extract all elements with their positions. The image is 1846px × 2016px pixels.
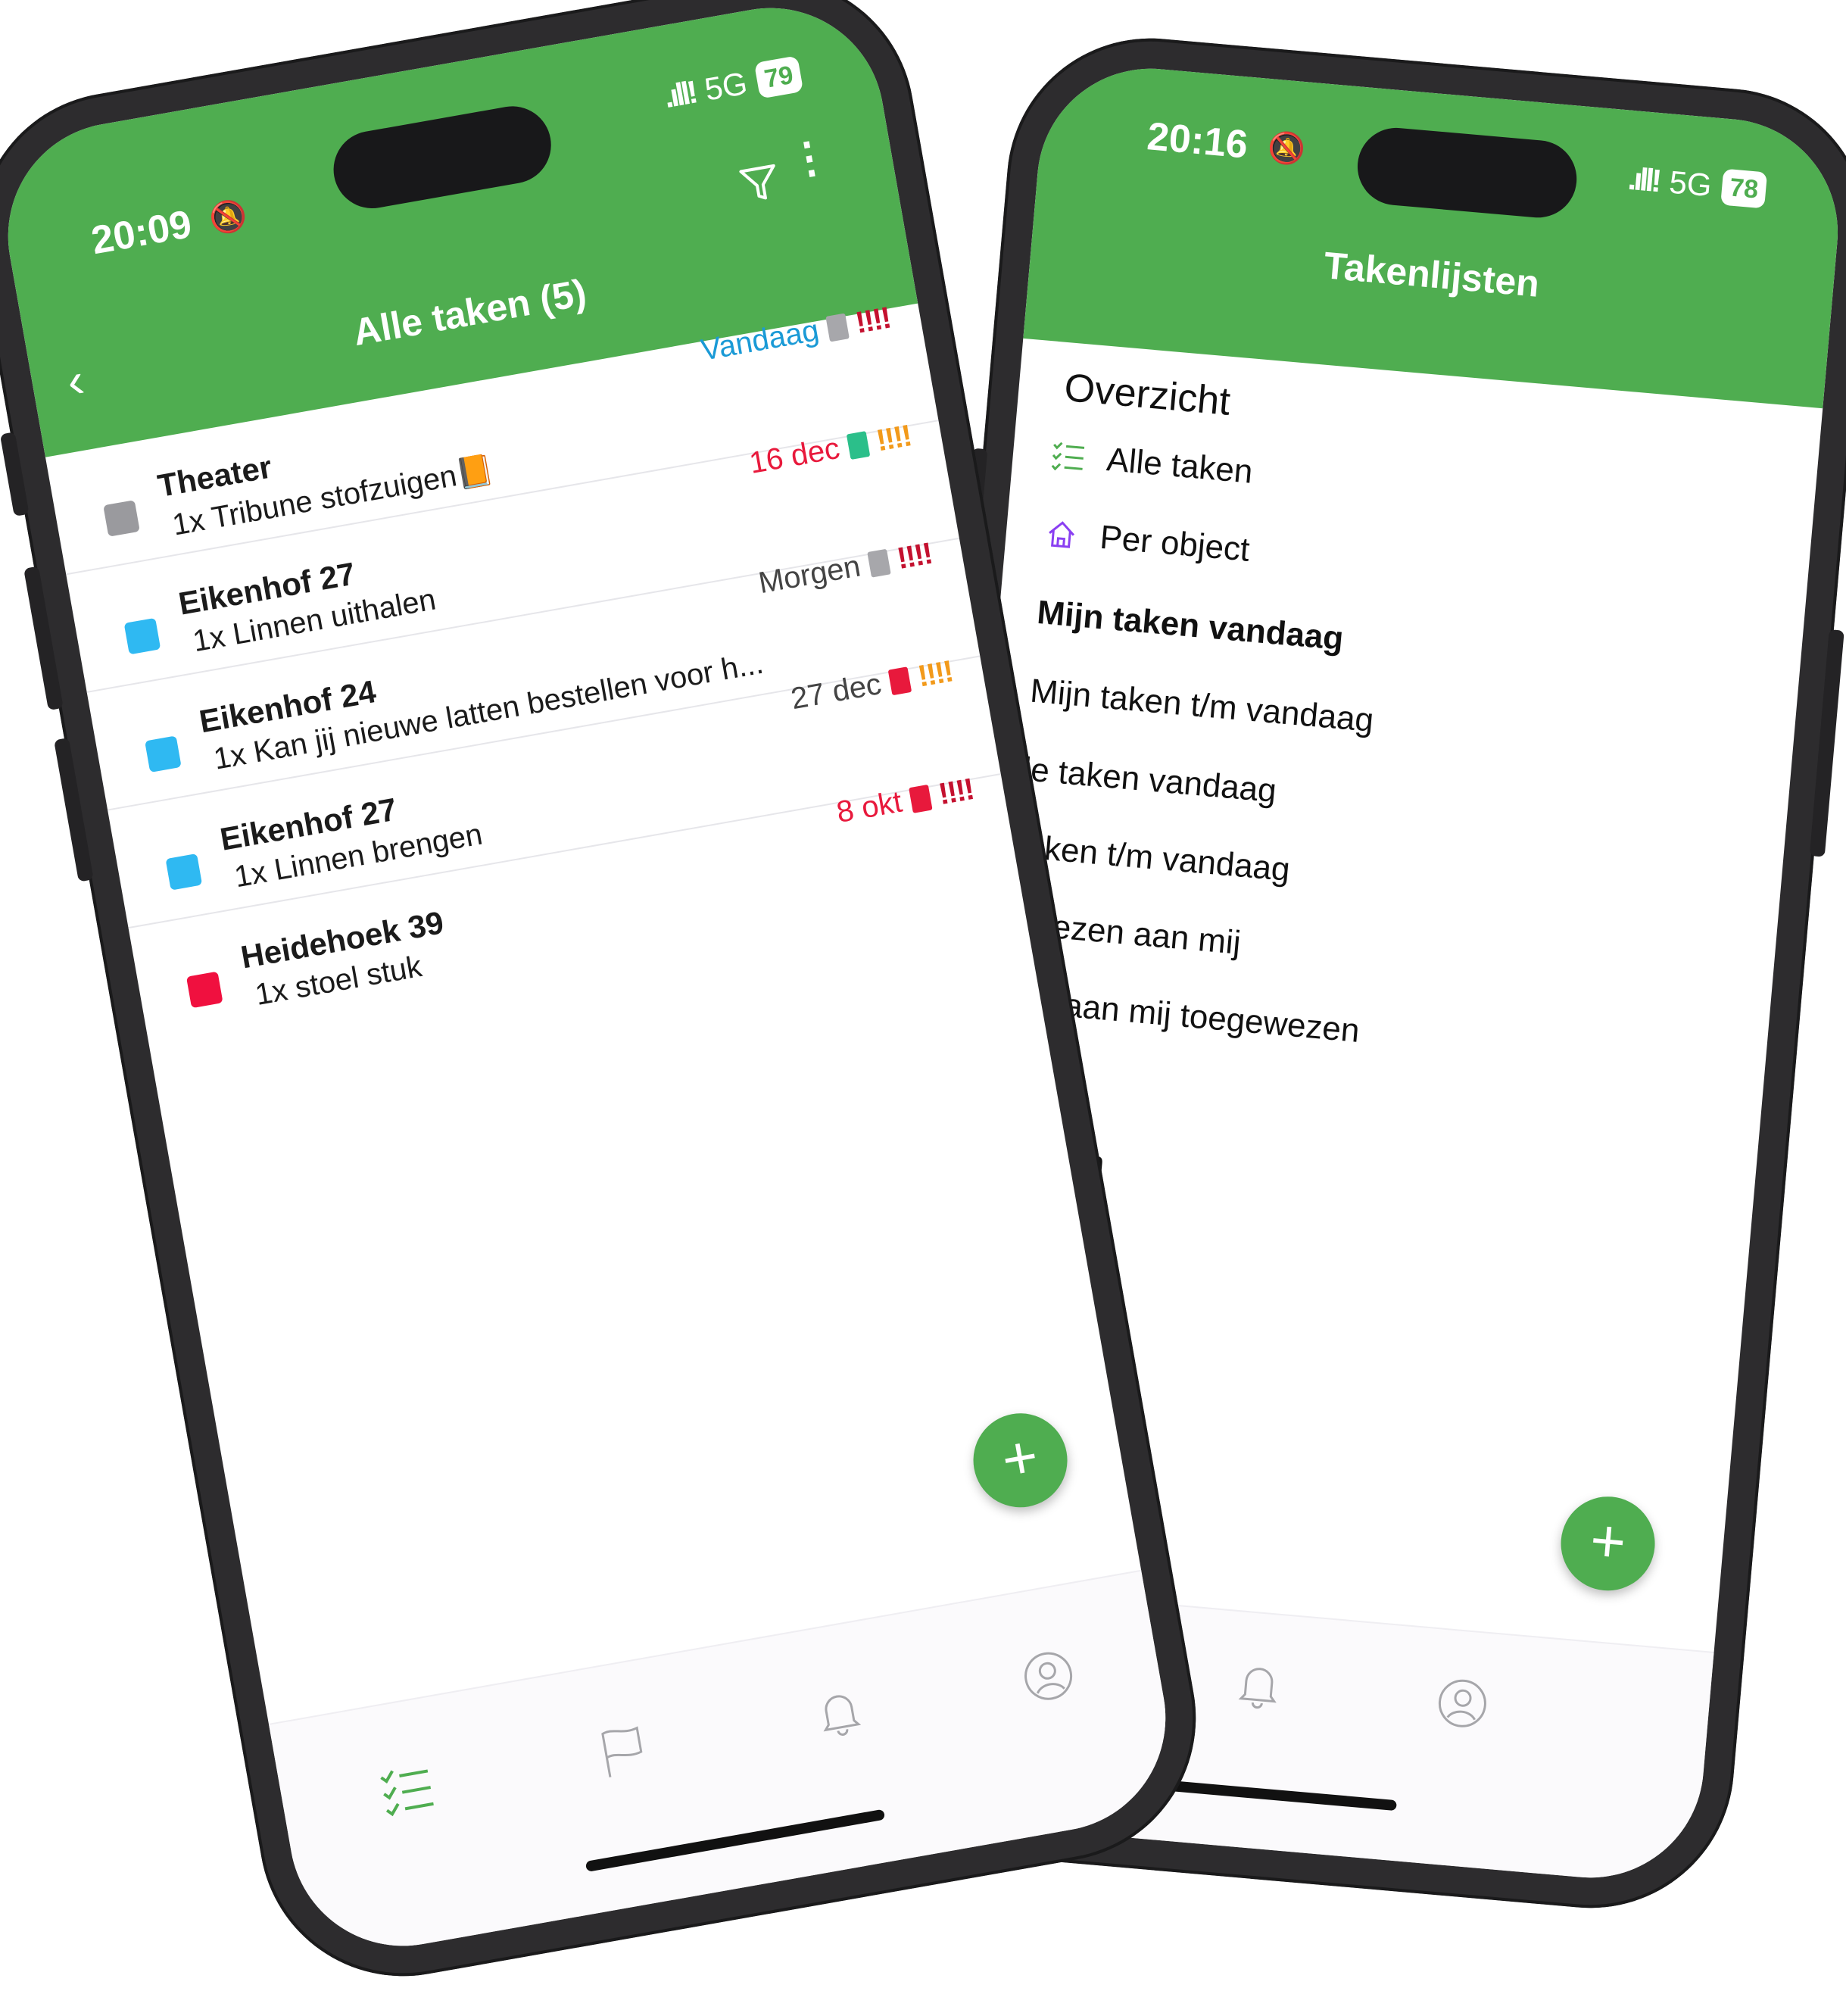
list-item-label: Per object [1098, 518, 1252, 569]
list-item-label: Mijn taken vandaag [1035, 593, 1346, 658]
muted-bell-icon: 🔕 [1266, 130, 1308, 167]
book-icon: 📙 [453, 452, 497, 492]
status-indicators: .ıll! 5G 79 [661, 55, 804, 115]
priority-indicator: !!!! [915, 654, 956, 694]
task-color-badge [123, 617, 161, 655]
volume-down-button [54, 738, 94, 882]
task-color-badge [186, 971, 223, 1009]
list-check-icon [1049, 438, 1087, 476]
signal-icon: .ıll! [1626, 160, 1660, 199]
door-icon [846, 430, 870, 460]
tab-bar [268, 1569, 1183, 1965]
list-item-per-object[interactable]: Per object [1043, 513, 1251, 570]
list-item-alle-taken[interactable]: Alle taken [1049, 436, 1255, 492]
flag-icon[interactable] [593, 1721, 654, 1782]
profile-icon[interactable] [1018, 1646, 1079, 1707]
list-item-alle-taken-vandaag[interactable]: le taken vandaag [1022, 751, 1278, 810]
battery-badge: 78 [1720, 168, 1768, 209]
task-color-badge [103, 500, 140, 537]
list-item-label: Mijn taken t/m vandaag [1028, 672, 1376, 739]
list-item-label: le taken vandaag [1021, 751, 1278, 810]
add-button[interactable]: + [1557, 1493, 1659, 1595]
home-icon [1043, 515, 1080, 553]
dynamic-island [327, 100, 557, 215]
list-item-alle-taken-tm-vandaag[interactable]: taken t/m vandaag [1015, 828, 1292, 889]
battery-badge: 79 [753, 55, 804, 99]
app-header: 20:16 🔕 .ıll! 5G 78 Takenlijsten [1023, 59, 1846, 409]
task-color-badge [145, 735, 182, 773]
muted-bell-icon: 🔕 [207, 197, 250, 237]
network-label: 5G [1667, 164, 1713, 204]
network-label: 5G [702, 64, 750, 108]
priority-indicator: !!!! [853, 301, 893, 340]
add-task-button[interactable]: + [965, 1406, 1075, 1515]
priority-indicator: !!!! [894, 536, 934, 576]
list-check-icon[interactable] [376, 1759, 438, 1820]
home-indicator [585, 1808, 886, 1872]
list-item-mijn-taken-vandaag[interactable]: Mijn taken vandaag [1036, 594, 1346, 658]
priority-indicator: !!!! [873, 419, 914, 458]
volume-up-button [23, 566, 64, 711]
filter-icon[interactable] [735, 159, 785, 212]
list-item-label: taken t/m vandaag [1015, 827, 1292, 889]
list-item-label: Alle taken [1105, 441, 1255, 491]
status-time: 20:16 [1145, 114, 1250, 167]
door-icon [908, 784, 933, 813]
power-button [1809, 629, 1844, 857]
door-icon [825, 313, 850, 342]
door-icon [887, 666, 912, 695]
bell-icon[interactable] [1230, 1657, 1288, 1715]
profile-icon[interactable] [1434, 1674, 1492, 1732]
task-color-badge [165, 853, 203, 891]
signal-icon: .ıll! [661, 73, 698, 115]
door-icon [866, 548, 891, 578]
page-title: Takenlijsten [1322, 244, 1542, 305]
action-button [0, 432, 30, 517]
list-item-mijn-taken-tm-vandaag[interactable]: Mijn taken t/m vandaag [1028, 672, 1376, 740]
status-time: 20:09 [88, 202, 195, 264]
status-indicators: .ıll! 5G 78 [1626, 160, 1768, 209]
priority-indicator: !!!! [936, 772, 976, 812]
section-title-overzicht: Overzicht [1062, 365, 1233, 424]
more-menu-icon[interactable]: ⋮ [784, 130, 834, 185]
bell-icon[interactable] [809, 1682, 870, 1743]
dynamic-island [1354, 124, 1580, 221]
